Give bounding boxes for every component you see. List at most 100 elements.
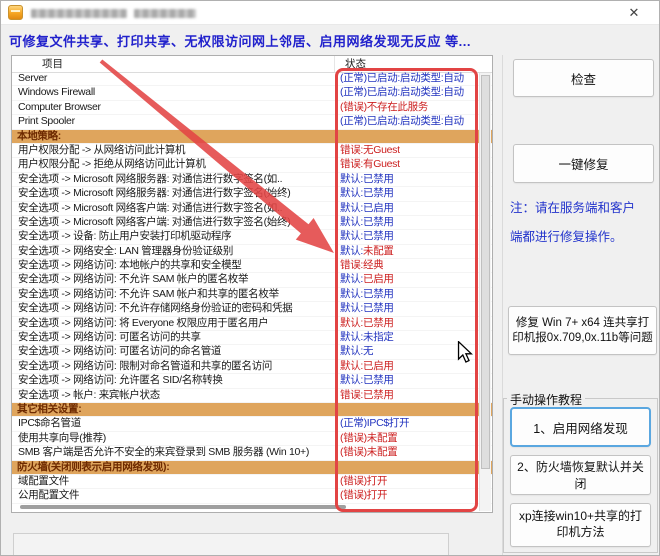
- status-cell: 错误:无Guest: [340, 143, 400, 156]
- item-cell: 安全选项 -> 帐户: 来宾帐户状态: [18, 388, 160, 401]
- status-cell: 错误:经典: [340, 259, 384, 272]
- table-body: Server (正常)已启动:启动类型:自动 Windows Firewall (正常…: [12, 72, 492, 504]
- status-table: 项目 状态 Server (正常)已启动:启动类型:自动 Windows Firew…: [11, 55, 493, 513]
- table-row[interactable]: 用户权限分配 -> 从网络访问此计算机 错误:无Guest: [12, 143, 492, 159]
- window-title-redacted: [31, 9, 196, 18]
- scrollbar-thumb[interactable]: [481, 75, 490, 470]
- status-cell: 默认:已禁用: [340, 287, 394, 300]
- table-row[interactable]: 安全选项 -> 网络访问: 不允许 SAM 帐户的匿名枚举 默认:已启用: [12, 273, 492, 288]
- table-row[interactable]: 公用配置文件 (错误)打开: [12, 489, 492, 504]
- item-cell: IPC$命名管道: [18, 417, 81, 430]
- table-row[interactable]: SMB 客户端是否允许不安全的来宾登录到 SMB 服务器 (Win 10+) (错…: [12, 446, 492, 461]
- check-button[interactable]: 检查: [513, 59, 654, 97]
- status-cell: (错误)打开: [340, 474, 388, 487]
- table-row[interactable]: 安全选项 -> Microsoft 网络客户端: 对通信进行数字签名(如.. 默认…: [12, 202, 492, 216]
- status-cell: 默认:已禁用: [340, 316, 394, 329]
- item-cell: 安全选项 -> 网络访问: 可匿名访问的共享: [18, 331, 201, 344]
- table-row[interactable]: Print Spooler (正常)已启动:启动类型:自动: [12, 115, 492, 130]
- status-cell: (错误)不存在此服务: [340, 100, 428, 113]
- table-row[interactable]: 用户权限分配 -> 拒绝从网络访问此计算机 错误:有Guest: [12, 158, 492, 173]
- table-row[interactable]: 安全选项 -> 网络访问: 限制对命名管道和共享的匿名访问 默认:已启用: [12, 359, 492, 375]
- status-cell: 默认:已禁用: [340, 230, 394, 243]
- repair-note-line1: 注：请在服务端和客户: [510, 201, 636, 215]
- status-cell: 默认:已禁用: [340, 172, 394, 185]
- item-cell: 安全选项 -> Microsoft 网络客户端: 对通信进行数字签名(如..: [18, 201, 283, 214]
- table-row[interactable]: 使用共享向导(推荐) (错误)未配置: [12, 431, 492, 447]
- table-row[interactable]: 安全选项 -> 网络访问: 可匿名访问的共享 默认:未指定: [12, 331, 492, 346]
- close-button[interactable]: ✕: [625, 4, 643, 21]
- fix-win7-printer-error-button[interactable]: 修复 Win 7+ x64 连共享打印机报0x.709,0x.11b等问题: [508, 306, 657, 355]
- status-cell: 默认:已禁用: [340, 374, 394, 387]
- status-cell: 默认:已启用: [340, 201, 394, 214]
- item-cell: Print Spooler: [18, 115, 75, 128]
- table-row[interactable]: Computer Browser (错误)不存在此服务: [12, 100, 492, 116]
- status-cell: 默认:已启用: [340, 273, 394, 286]
- item-cell: SMB 客户端是否允许不安全的来宾登录到 SMB 服务器 (Win 10+): [18, 446, 310, 459]
- log-panel: [13, 533, 449, 555]
- table-row[interactable]: 安全选项 -> Microsoft 网络服务器: 对通信进行数字签名(如.. 默认…: [12, 172, 492, 188]
- firewall-restore-default-button[interactable]: 2、防火墙恢复默认并关闭: [510, 455, 651, 495]
- table-row[interactable]: 安全选项 -> 帐户: 来宾帐户状态 错误:已禁用: [12, 389, 492, 403]
- status-cell: 默认:已禁用: [340, 215, 394, 228]
- item-cell: 安全选项 -> Microsoft 网络客户端: 对通信进行数字签名(始终): [18, 215, 291, 228]
- item-cell: 安全选项 -> 网络访问: 不允许 SAM 帐户的匿名枚举: [18, 273, 249, 286]
- status-cell: 错误:已禁用: [340, 388, 394, 401]
- table-row[interactable]: 域配置文件 (错误)打开: [12, 474, 492, 490]
- table-row[interactable]: 安全选项 -> 网络访问: 可匿名访问的命名管道 默认:无: [12, 345, 492, 360]
- item-cell: 安全选项 -> 网络访问: 本地帐户的共享和安全模型: [18, 259, 242, 272]
- status-cell: 默认:未指定: [340, 331, 394, 344]
- status-cell: (错误)打开: [340, 489, 388, 502]
- item-cell: 使用共享向导(推荐): [18, 431, 106, 444]
- item-cell: 安全选项 -> 网络访问: 不允许存储网络身份验证的密码和凭据: [18, 302, 293, 315]
- status-cell: 默认:已禁用: [340, 302, 394, 315]
- title-bar: ✕: [1, 1, 659, 25]
- app-window: ✕ 可修复文件共享、打印共享、无权限访问网上邻居、启用网络发现无反应 等... …: [0, 0, 660, 556]
- item-cell: 域配置文件: [18, 474, 69, 487]
- status-cell: 错误:有Guest: [340, 158, 400, 171]
- one-key-fix-button[interactable]: 一键修复: [513, 144, 654, 183]
- item-cell: 用户权限分配 -> 从网络访问此计算机: [18, 143, 186, 156]
- manual-tutorial-label: 手动操作教程: [507, 391, 586, 408]
- item-cell: 安全选项 -> 网络访问: 允许匿名 SID/名称转换: [18, 374, 223, 387]
- table-row[interactable]: 安全选项 -> 设备: 防止用户安装打印机驱动程序 默认:已禁用: [12, 230, 492, 245]
- item-cell: 安全选项 -> 设备: 防止用户安装打印机驱动程序: [18, 230, 232, 243]
- table-row[interactable]: IPC$命名管道 (正常)IPC$打开: [12, 417, 492, 432]
- column-header-item[interactable]: 项目: [12, 56, 335, 72]
- table-row[interactable]: 安全选项 -> Microsoft 网络服务器: 对通信进行数字签名(始终) 默认…: [12, 187, 492, 202]
- repair-note-line2: 端都进行修复操作。: [510, 230, 623, 244]
- status-cell: 默认:已启用: [340, 359, 394, 372]
- section-row[interactable]: 本地策略:: [12, 129, 492, 144]
- table-row[interactable]: 安全选项 -> Microsoft 网络客户端: 对通信进行数字签名(始终) 默认…: [12, 215, 492, 231]
- vertical-scrollbar[interactable]: [479, 73, 491, 511]
- notice-text: 可修复文件共享、打印共享、无权限访问网上邻居、启用网络发现无反应 等...: [9, 34, 471, 49]
- status-cell: 默认:未配置: [340, 244, 394, 257]
- item-cell: Computer Browser: [18, 100, 101, 113]
- xp-connect-win10-printer-button[interactable]: xp连接win10+共享的打印机方法: [510, 503, 651, 547]
- status-cell: (正常)已启动:启动类型:自动: [340, 86, 464, 99]
- table-header: 项目 状态: [12, 56, 492, 73]
- table-row[interactable]: 安全选项 -> 网络访问: 允许匿名 SID/名称转换 默认:已禁用: [12, 374, 492, 389]
- column-header-status[interactable]: 状态: [335, 56, 366, 72]
- status-cell: (正常)已启动:启动类型:自动: [340, 115, 464, 128]
- item-cell: 公用配置文件: [18, 489, 80, 502]
- table-row[interactable]: 安全选项 -> 网络访问: 本地帐户的共享和安全模型 错误:经典: [12, 259, 492, 274]
- section-row[interactable]: 防火墙(关闭则表示启用网络发现):: [12, 460, 492, 475]
- item-cell: 安全选项 -> 网络安全: LAN 管理器身份验证级别: [18, 244, 234, 257]
- table-row[interactable]: Server (正常)已启动:启动类型:自动: [12, 72, 492, 87]
- table-row[interactable]: 安全选项 -> 网络访问: 不允许 SAM 帐户和共享的匿名枚举 默认:已禁用: [12, 287, 492, 303]
- item-cell: 安全选项 -> Microsoft 网络服务器: 对通信进行数字签名(始终): [18, 187, 291, 200]
- section-row[interactable]: 其它相关设置:: [12, 402, 492, 418]
- table-row[interactable]: Windows Firewall (正常)已启动:启动类型:自动: [12, 86, 492, 101]
- item-cell: 安全选项 -> 网络访问: 限制对命名管道和共享的匿名访问: [18, 359, 273, 372]
- status-cell: 默认:无: [340, 345, 374, 358]
- item-cell: Windows Firewall: [18, 86, 95, 99]
- item-cell: Server: [18, 72, 48, 84]
- item-cell: 安全选项 -> 网络访问: 将 Everyone 权限应用于匿名用户: [18, 316, 269, 329]
- table-row[interactable]: 安全选项 -> 网络访问: 将 Everyone 权限应用于匿名用户 默认:已禁用: [12, 316, 492, 332]
- status-cell: (错误)未配置: [340, 446, 398, 459]
- horizontal-scrollbar[interactable]: [20, 505, 346, 509]
- enable-network-discovery-button[interactable]: 1、启用网络发现: [510, 407, 651, 447]
- table-row[interactable]: 安全选项 -> 网络安全: LAN 管理器身份验证级别 默认:未配置: [12, 244, 492, 260]
- status-cell: (正常)已启动:启动类型:自动: [340, 72, 464, 84]
- table-row[interactable]: 安全选项 -> 网络访问: 不允许存储网络身份验证的密码和凭据 默认:已禁用: [12, 302, 492, 317]
